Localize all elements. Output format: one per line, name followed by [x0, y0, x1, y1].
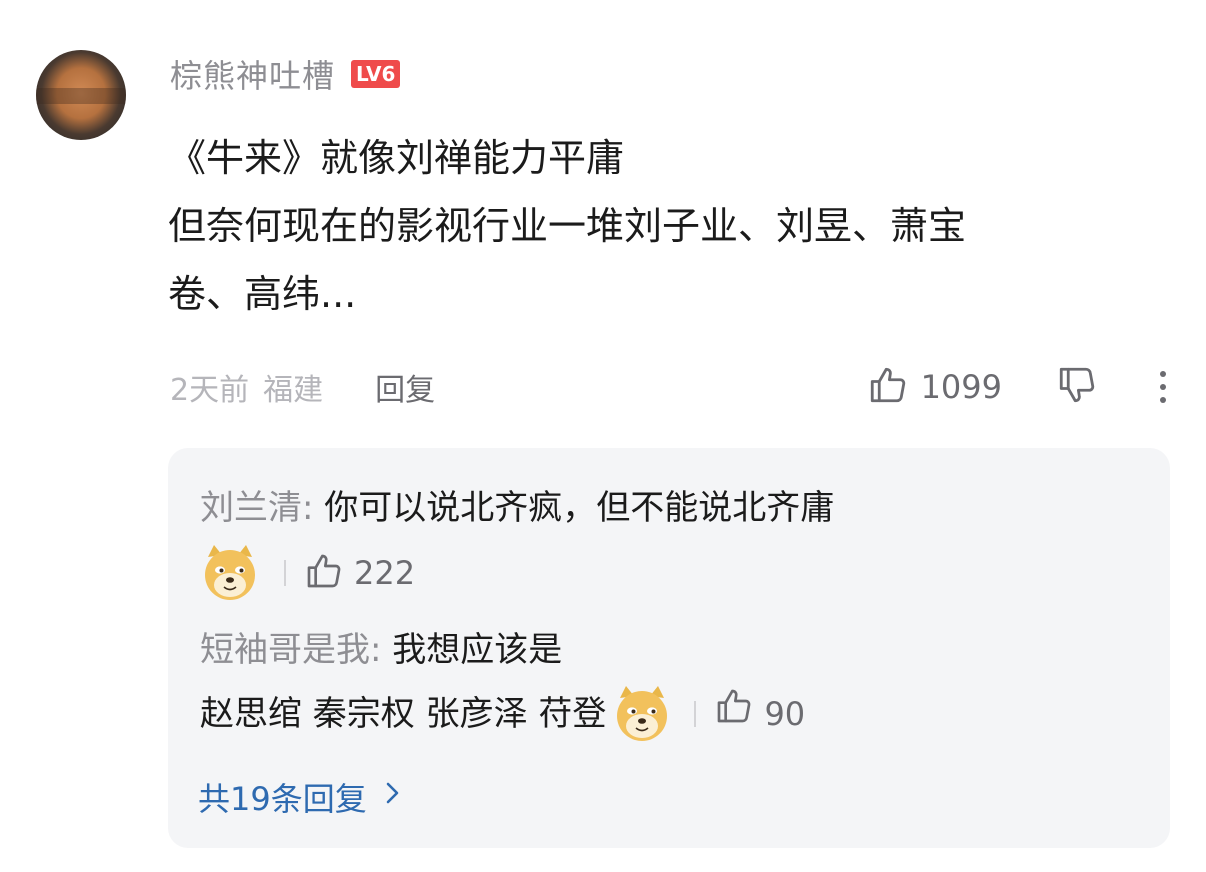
comment-line: 卷、高纬...: [168, 272, 357, 316]
reply-separator: :: [370, 630, 393, 670]
reply-like-count: 222: [354, 554, 416, 592]
username[interactable]: 棕熊神吐槽: [170, 51, 335, 97]
reply-text: 赵思绾 秦宗权 张彦泽 苻登: [200, 694, 607, 734]
comment-line: 《牛来》就像刘禅能力平庸: [168, 136, 625, 180]
reply-item[interactable]: 刘兰清: 你可以说北齐疯，但不能说北齐庸: [200, 480, 834, 536]
thumbs-up-icon: [304, 551, 344, 595]
divider: [694, 701, 697, 727]
doge-emoji-icon: [200, 543, 260, 603]
like-button[interactable]: 1099: [867, 364, 1002, 410]
reply-item[interactable]: 短袖哥是我: 我想应该是 赵思绾 秦宗权 张彦泽 苻登 90: [200, 622, 805, 746]
thumbs-down-icon: [1056, 364, 1098, 410]
comment-line: 但奈何现在的影视行业一堆刘子业、刘昱、萧宝: [168, 204, 967, 248]
dislike-button[interactable]: [1056, 364, 1098, 410]
reply-separator: :: [302, 488, 325, 528]
total-replies-label: 共19条回复: [198, 780, 367, 818]
replies-panel: 刘兰清: 你可以说北齐疯，但不能说北齐庸 222 短袖哥是我: 我想应该是 赵思…: [168, 448, 1170, 848]
like-count: 1099: [920, 368, 1002, 406]
more-vertical-icon[interactable]: [1160, 371, 1166, 403]
chevron-right-icon: [381, 778, 403, 816]
reply-text: 我想应该是: [392, 630, 563, 670]
reply-author[interactable]: 短袖哥是我: [200, 630, 370, 670]
comment-time: 2天前: [170, 373, 250, 408]
comment-location: 福建: [263, 373, 324, 408]
avatar[interactable]: [36, 50, 126, 140]
reply-author[interactable]: 刘兰清: [200, 488, 302, 528]
reply-like-count: 90: [764, 695, 806, 733]
comment-meta: 2天前 福建 回复: [170, 362, 435, 412]
thumbs-up-icon: [867, 364, 909, 410]
reply-button[interactable]: 回复: [375, 365, 435, 409]
comment-header: 棕熊神吐槽 LV6: [170, 51, 401, 97]
comment-content[interactable]: 《牛来》就像刘禅能力平庸 但奈何现在的影视行业一堆刘子业、刘昱、萧宝 卷、高纬.…: [168, 124, 1148, 328]
reply-text: 你可以说北齐疯，但不能说北齐庸: [324, 488, 835, 528]
comment-actions: 1099: [867, 360, 1166, 414]
doge-emoji-icon: [612, 684, 672, 744]
reply-footer: 222: [200, 540, 415, 606]
reply-like-button[interactable]: 90: [714, 686, 805, 743]
level-badge: LV6: [351, 60, 401, 88]
reply-like-button[interactable]: 222: [304, 551, 415, 595]
divider: [284, 560, 286, 586]
thumbs-up-icon: [714, 686, 754, 743]
view-all-replies-link[interactable]: 共19条回复: [198, 772, 403, 822]
